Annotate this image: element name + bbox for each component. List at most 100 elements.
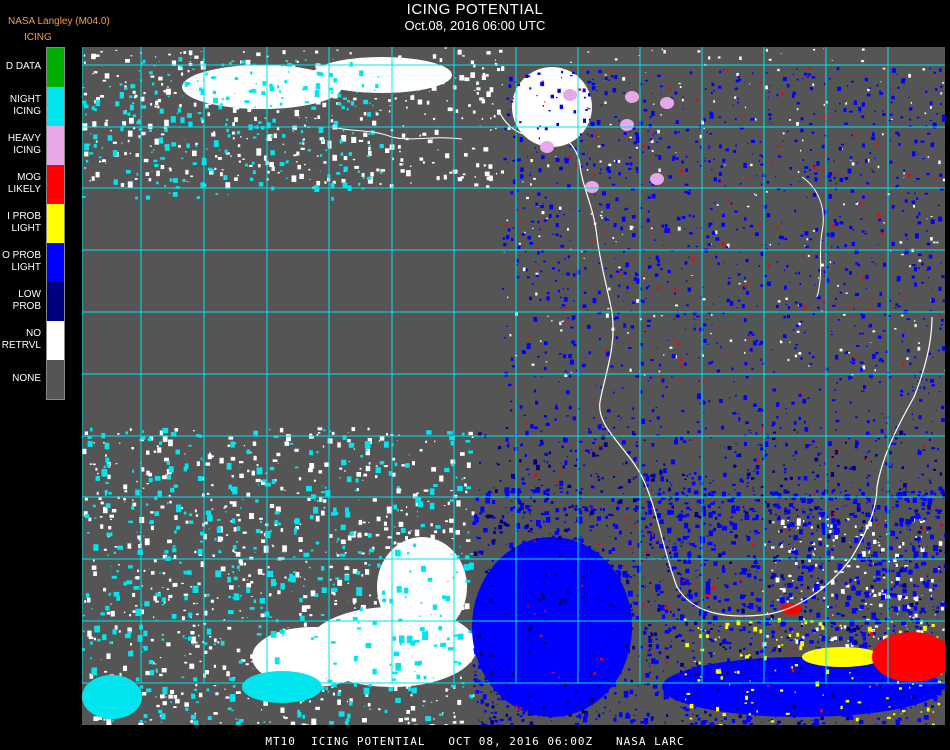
light-icing-speck	[660, 497, 666, 500]
light-icing-speck	[854, 325, 856, 327]
cloud-speck	[419, 134, 422, 137]
light-icing-speck	[736, 307, 738, 309]
light-icing-speck	[756, 175, 758, 177]
night-icing-speck	[411, 688, 417, 694]
light-icing-speck	[746, 476, 750, 480]
light-icing-speck	[774, 445, 777, 448]
light-icing-speck	[729, 301, 734, 306]
light-icing-speck	[710, 208, 713, 210]
night-icing-speck	[315, 83, 321, 90]
cloud-speck	[464, 153, 468, 157]
light-icing-speck	[871, 379, 873, 380]
cloud-speck	[660, 315, 663, 317]
night-icing-speck	[364, 705, 366, 707]
light-icing-speck	[478, 489, 481, 491]
light-icing-speck	[855, 576, 859, 579]
light-icing-speck	[506, 97, 510, 100]
night-icing-speck	[461, 478, 464, 481]
light-icing-speck	[615, 270, 620, 273]
light-icing-speck	[800, 357, 803, 360]
night-icing-speck	[155, 668, 158, 672]
light-icing-speck	[817, 452, 820, 456]
light-icing-speck	[596, 90, 598, 92]
cloud-speck	[304, 578, 306, 580]
light-icing-speck	[925, 325, 928, 327]
night-icing-speck	[200, 117, 203, 121]
night-icing-speck	[254, 106, 256, 108]
cloud-speck	[227, 444, 230, 447]
light-icing-speck	[707, 160, 711, 163]
light-icing-speck	[783, 190, 786, 192]
cloud-speck	[386, 506, 392, 514]
night-icing-speck	[185, 707, 189, 711]
light-icing-speck	[724, 598, 730, 602]
cloud-speck	[217, 641, 220, 644]
night-icing-speck	[345, 507, 349, 513]
night-icing-speck	[344, 574, 350, 581]
cloud-speck	[461, 117, 464, 120]
light-icing-speck	[651, 193, 656, 199]
cloud-speck	[845, 292, 848, 294]
light-icing-speck	[794, 450, 798, 455]
light-icing-speck	[917, 267, 920, 269]
light-icing-speck	[891, 463, 893, 466]
light-icing-speck	[609, 274, 613, 278]
night-icing-speck	[400, 528, 406, 533]
cloud-speck	[106, 718, 112, 725]
light-icing-speck	[630, 719, 634, 724]
cloud-speck	[362, 718, 367, 723]
night-icing-speck	[294, 528, 297, 533]
cloud-speck	[232, 107, 237, 113]
cloud-speck	[165, 696, 167, 698]
light-icing-speck	[854, 592, 856, 594]
legend-label-line: ICING	[13, 144, 41, 156]
night-icing-speck	[180, 65, 183, 68]
cloud-speck	[711, 314, 713, 316]
cloud-speck	[91, 53, 96, 60]
cloud-speck	[263, 158, 267, 161]
cloud-speck	[776, 599, 780, 601]
cloud-speck	[212, 554, 215, 557]
night-icing-speck	[131, 102, 135, 104]
light-icing-speck	[508, 716, 512, 721]
cloud-speck	[530, 159, 533, 163]
cloud-speck	[422, 132, 427, 136]
light-icing-speck	[853, 308, 855, 310]
light-icing-speck	[667, 339, 670, 341]
cloud-speck	[771, 569, 774, 572]
light-icing-speck	[606, 166, 610, 171]
cloud-speck	[245, 78, 248, 80]
light-icing-speck	[838, 612, 841, 615]
light-icing-speck	[649, 420, 652, 422]
light-icing-speck	[511, 238, 514, 241]
night-icing-speck	[329, 87, 334, 91]
light-icing-speck	[592, 442, 596, 445]
light-icing-speck	[889, 546, 894, 551]
cloud-speck	[239, 610, 242, 612]
night-icing-speck	[240, 506, 242, 508]
cloud-speck	[551, 319, 553, 322]
night-icing-speck	[94, 625, 101, 633]
light-icing-speck	[851, 241, 856, 247]
cloud-speck	[302, 605, 307, 610]
light-icing-speck	[771, 630, 775, 634]
light-icing-speck	[614, 116, 618, 118]
cloud-speck	[168, 53, 171, 56]
night-icing-speck	[362, 177, 365, 179]
light-icing-speck	[786, 413, 788, 415]
light-icing-speck	[772, 421, 776, 426]
light-icing-speck	[828, 441, 832, 446]
light-icing-speck	[633, 565, 637, 568]
light-icing-speck	[780, 222, 783, 223]
cloud-speck	[129, 614, 131, 617]
night-icing-speck	[153, 149, 155, 151]
light-icing-speck	[696, 161, 699, 163]
light-icing-speck	[657, 513, 661, 519]
light-icing-speck	[874, 101, 876, 103]
cloud-speck	[142, 692, 147, 696]
light-icing-speck	[797, 515, 799, 517]
cloud-speck	[344, 566, 350, 570]
cloud-speck	[419, 157, 424, 161]
light-icing-speck	[929, 481, 932, 484]
cloud-speck	[400, 169, 405, 173]
